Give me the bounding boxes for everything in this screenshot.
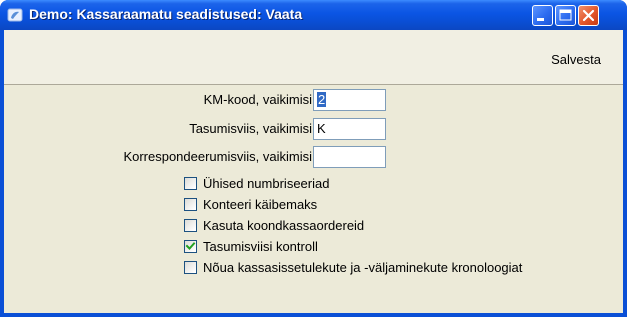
common-number-series-checkbox[interactable] — [184, 177, 197, 190]
maximize-icon — [559, 9, 572, 21]
app-window: Demo: Kassaraamatu seadistused: Vaata Sa… — [0, 0, 627, 317]
correspondence-mode-field[interactable] — [313, 146, 386, 168]
payment-mode-value: K — [317, 121, 326, 136]
payment-mode-check-checkbox[interactable] — [184, 240, 197, 253]
summary-cash-orders-label: Kasuta koondkassaordereid — [203, 218, 365, 233]
dialog-body: Salvesta KM-kood, vaikimisi 2 Tasumisvii… — [4, 30, 623, 313]
maximize-button[interactable] — [555, 5, 576, 26]
checkmark-icon — [185, 242, 196, 250]
minimize-icon — [537, 18, 544, 21]
payment-mode-field[interactable]: K — [313, 118, 386, 140]
vat-code-field[interactable]: 2 — [313, 89, 386, 111]
app-icon[interactable] — [7, 7, 23, 23]
post-vat-label: Konteeri käibemaks — [203, 197, 318, 212]
title-bar[interactable]: Demo: Kassaraamatu seadistused: Vaata — [0, 0, 627, 30]
minimize-button[interactable] — [532, 5, 553, 26]
save-button[interactable]: Salvesta — [551, 52, 601, 67]
post-vat-checkbox[interactable] — [184, 198, 197, 211]
close-button[interactable] — [578, 5, 599, 26]
chronology-label: Nõua kassasissetulekute ja -väljaminekut… — [203, 260, 523, 275]
correspondence-mode-label: Korrespondeerumisviis, vaikimisi — [123, 149, 312, 164]
vat-code-label: KM-kood, vaikimisi — [203, 92, 312, 107]
common-number-series-label: Ühised numbriseeriad — [203, 176, 330, 191]
close-icon — [582, 9, 595, 22]
payment-mode-check-label: Tasumisviisi kontroll — [203, 239, 318, 254]
chronology-checkbox[interactable] — [184, 261, 197, 274]
window-title: Demo: Kassaraamatu seadistused: Vaata — [29, 6, 303, 22]
summary-cash-orders-checkbox[interactable] — [184, 219, 197, 232]
button-bar: Salvesta — [4, 30, 623, 85]
payment-mode-label: Tasumisviis, vaikimisi — [189, 121, 312, 136]
vat-code-value: 2 — [317, 92, 327, 107]
